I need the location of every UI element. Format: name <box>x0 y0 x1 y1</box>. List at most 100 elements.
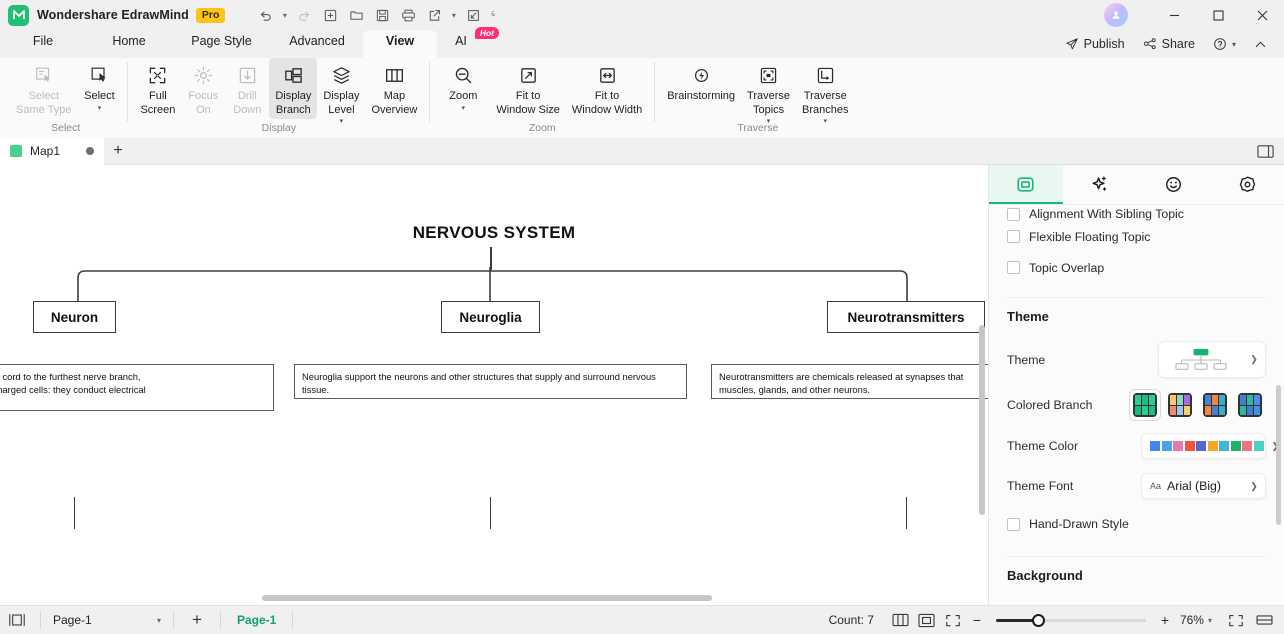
zoom-dropdown-caret[interactable]: ▾ <box>1208 616 1212 625</box>
full-screen-button[interactable]: Full Screen <box>134 58 181 119</box>
drill-down-button[interactable]: Drill Down <box>225 58 269 119</box>
select-dropdown-caret[interactable]: ▾ <box>98 105 102 112</box>
menu-tab-advanced[interactable]: Advanced <box>271 30 363 58</box>
menu-tab-page-style[interactable]: Page Style <box>172 30 271 58</box>
new-icon[interactable] <box>318 3 342 27</box>
display-level-button[interactable]: Display Level ▾ <box>317 58 365 127</box>
fit-to-window-size-button[interactable]: Fit to Window Size <box>490 58 566 119</box>
theme-section-heading: Theme <box>1007 309 1049 324</box>
checkbox-box[interactable] <box>1007 261 1020 274</box>
mindmap-node-neuron[interactable]: Neuron <box>33 301 116 333</box>
page-select-value: Page-1 <box>53 613 92 627</box>
undo-icon[interactable] <box>253 3 277 27</box>
theme-color-selector[interactable]: ❯ <box>1141 433 1279 459</box>
focus-on-button[interactable]: Focus On <box>181 58 225 119</box>
collapse-ribbon-button[interactable] <box>1247 35 1274 54</box>
menu-tab-view[interactable]: View <box>363 30 437 58</box>
colored-branch-orange-blue-option[interactable] <box>1199 389 1231 421</box>
document-tab-bar: Map1 + <box>0 137 1284 165</box>
undo-dropdown-caret[interactable]: ▾ <box>279 3 290 27</box>
fullscreen-view-icon[interactable] <box>940 613 966 628</box>
canvas-horizontal-scrollbar-track[interactable] <box>0 592 988 605</box>
print-icon[interactable] <box>396 3 420 27</box>
colored-branch-pastel-option[interactable] <box>1164 389 1196 421</box>
publish-button[interactable]: Publish <box>1058 34 1132 54</box>
mindmap-root-title[interactable]: NERVOUS SYSTEM <box>0 223 988 243</box>
share-button[interactable]: Share <box>1136 34 1202 54</box>
zoom-slider[interactable] <box>995 613 1146 627</box>
checkbox-alignment-with-sibling-topic[interactable]: Alignment With Sibling Topic <box>1007 205 1266 221</box>
fit-to-window-width-button[interactable]: Fit to Window Width <box>566 58 648 119</box>
checkbox-flexible-floating-topic[interactable]: Flexible Floating Topic <box>1007 221 1266 252</box>
export-dropdown-caret[interactable]: ▾ <box>448 3 459 27</box>
right-panel-scrollbar[interactable] <box>1276 385 1281 525</box>
right-panel-tab-settings[interactable] <box>1210 165 1284 204</box>
document-tab-map1[interactable]: Map1 <box>0 137 105 165</box>
display-branch-button[interactable]: Display Branch <box>269 58 318 119</box>
select-button[interactable]: Select ▾ <box>77 58 121 114</box>
menu-tab-ai[interactable]: AI Hot <box>437 27 499 58</box>
theme-font-dropdown-caret[interactable]: ❯ <box>1243 481 1265 492</box>
fit-page-icon[interactable] <box>914 613 940 628</box>
presentation-icon[interactable] <box>461 3 485 27</box>
menu-tab-file[interactable]: File <box>0 30 86 58</box>
add-page-button[interactable]: + <box>180 610 214 630</box>
unsaved-indicator-dot[interactable] <box>86 147 95 155</box>
mindmap-node-neuroglia[interactable]: Neuroglia <box>441 301 540 333</box>
menu-tab-home[interactable]: Home <box>86 30 172 58</box>
export-icon[interactable] <box>422 3 446 27</box>
colored-branch-blue-option[interactable] <box>1234 389 1266 421</box>
right-panel-tab-layout[interactable] <box>989 165 1063 204</box>
checkbox-box[interactable] <box>1007 230 1020 243</box>
brainstorming-button[interactable]: Brainstorming <box>661 58 741 106</box>
page-select-dropdown[interactable]: Page-1 ▾ <box>47 609 167 631</box>
traverse-topics-button[interactable]: Traverse Topics ▾ <box>741 58 796 127</box>
checkbox-box[interactable] <box>1007 517 1020 531</box>
minimize-button[interactable] <box>1152 0 1196 30</box>
zoom-out-button[interactable]: − <box>966 612 988 628</box>
traverse-branches-dropdown-caret[interactable]: ▾ <box>824 118 828 125</box>
redo-icon[interactable] <box>292 3 316 27</box>
close-button[interactable] <box>1240 0 1284 30</box>
checkbox-box[interactable] <box>1007 208 1020 221</box>
save-icon[interactable] <box>370 3 394 27</box>
traverse-branches-button[interactable]: Traverse Branches ▾ <box>796 58 854 127</box>
zoom-in-button[interactable]: + <box>1154 612 1176 628</box>
help-button[interactable]: ▾ <box>1206 34 1243 54</box>
traverse-topics-dropdown-caret[interactable]: ▾ <box>767 118 771 125</box>
fit-to-window-icon[interactable] <box>1222 613 1250 628</box>
new-document-tab-button[interactable]: + <box>104 138 132 165</box>
mindmap-node-neurotransmitters[interactable]: Neurotransmitters <box>827 301 985 333</box>
zoom-dropdown-caret[interactable]: ▾ <box>462 105 466 112</box>
right-panel-tab-clipart[interactable] <box>1137 165 1211 204</box>
open-icon[interactable] <box>344 3 368 27</box>
mindmap-desc-neuroglia[interactable]: Neuroglia support the neurons and other … <box>294 364 687 399</box>
user-avatar[interactable] <box>1104 3 1128 27</box>
panel-toggle-icon[interactable] <box>1257 144 1274 159</box>
right-panel-tab-ai[interactable] <box>1063 165 1137 204</box>
theme-selector[interactable]: ❯ <box>1158 341 1266 378</box>
current-page-label: Page-1 <box>237 613 277 627</box>
zoom-button[interactable]: Zoom ▾ <box>436 58 490 114</box>
mindmap-desc-neuron[interactable]: e brain to the spinal cord to the furthe… <box>0 364 274 411</box>
customize-toolbar-icon[interactable]: ⩯ <box>487 3 498 27</box>
mindmap-canvas[interactable]: NERVOUS SYSTEM Neuron Neuroglia Neurotra… <box>0 165 988 605</box>
canvas-vertical-scrollbar[interactable] <box>979 325 985 515</box>
checkbox-topic-overlap[interactable]: Topic Overlap <box>1007 252 1266 283</box>
checkbox-hand-drawn-style[interactable]: Hand-Drawn Style <box>1007 506 1266 542</box>
theme-font-selector[interactable]: Aa Arial (Big) ❯ <box>1141 473 1266 499</box>
colored-branch-green-option[interactable] <box>1129 389 1161 421</box>
display-level-dropdown-caret[interactable]: ▾ <box>340 118 344 125</box>
fit-to-width-icon[interactable] <box>1250 613 1278 627</box>
map-overview-button[interactable]: Map Overview <box>365 58 423 119</box>
zoom-slider-knob[interactable] <box>1031 613 1045 627</box>
outline-view-icon[interactable] <box>888 613 914 627</box>
canvas-horizontal-scrollbar-thumb[interactable] <box>262 595 712 601</box>
current-page-name[interactable]: Page-1 <box>227 613 286 627</box>
mindmap-desc-neurotransmitters[interactable]: Neurotransmitters are chemicals released… <box>711 364 988 399</box>
select-same-type-button[interactable]: Select Same Type <box>10 58 77 119</box>
theme-dropdown-caret[interactable]: ❯ <box>1243 354 1265 365</box>
page-view-icon[interactable] <box>0 613 34 627</box>
maximize-button[interactable] <box>1196 0 1240 30</box>
help-dropdown-caret[interactable]: ▾ <box>1232 40 1236 49</box>
